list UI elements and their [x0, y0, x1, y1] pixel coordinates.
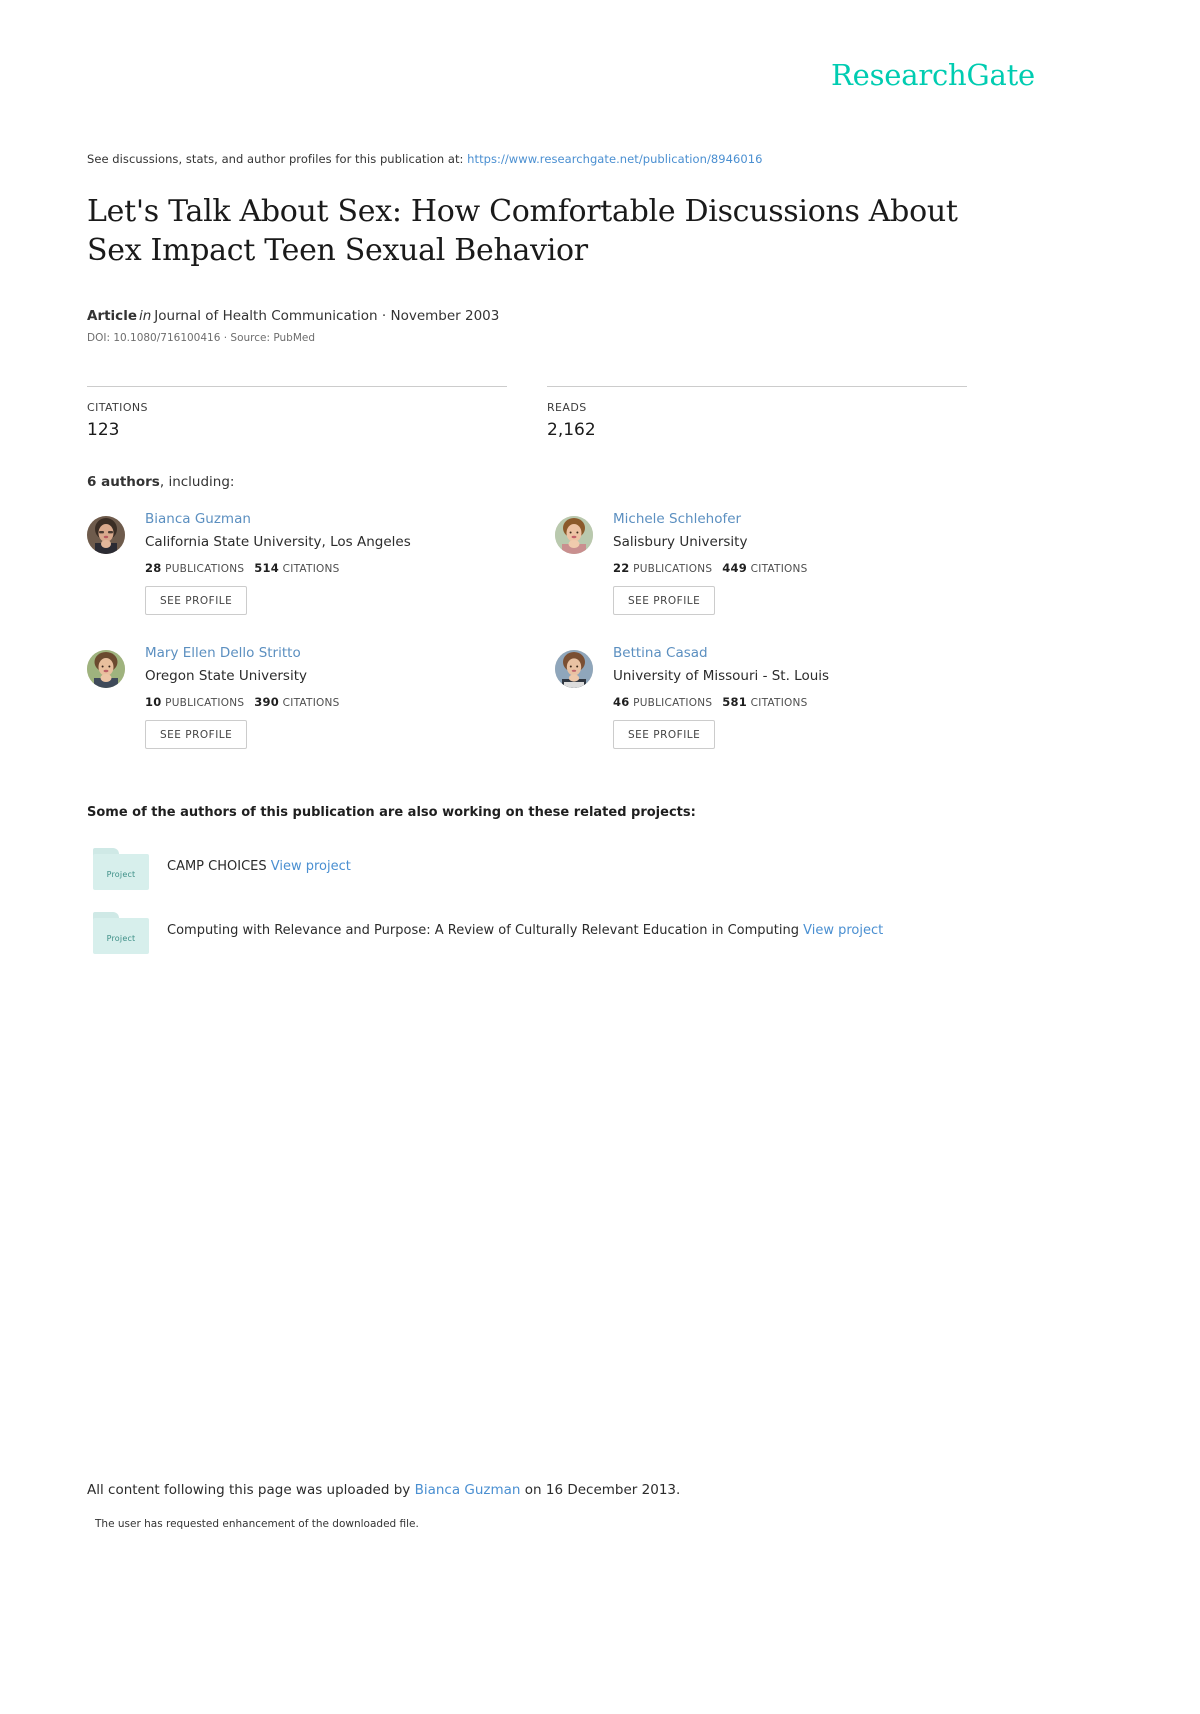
article-in-word: in — [138, 308, 152, 324]
see-profile-button[interactable]: SEE PROFILE — [145, 720, 248, 750]
article-meta: Article in Journal of Health Communication… — [87, 308, 499, 324]
project-row: Project CAMP CHOICES View project — [87, 848, 987, 890]
author-name-link[interactable]: Michele Schlehofer — [613, 510, 975, 528]
avatar — [555, 650, 593, 688]
author-body: Michele Schlehofer Salisbury University … — [613, 510, 975, 616]
publication-url-link[interactable]: https://www.researchgate.net/publication… — [467, 152, 762, 166]
author-publications-label: PUBLICATIONS — [165, 697, 245, 710]
author-card: Bianca Guzman California State Universit… — [87, 510, 507, 616]
author-publications-count: 28 — [145, 561, 162, 576]
author-publications-count: 46 — [613, 695, 630, 710]
researchgate-logo[interactable]: ResearchGate — [831, 58, 1035, 92]
article-journal: Journal of Health Communication · Novemb… — [154, 308, 500, 324]
reads-value: 2,162 — [547, 420, 596, 440]
author-citations-count: 449 — [722, 561, 748, 576]
citations-stat: CITATIONS 123 — [87, 386, 507, 440]
doi-line: DOI: 10.1080/716100416 · Source: PubMed — [87, 332, 316, 344]
avatar — [87, 650, 125, 688]
project-title: CAMP CHOICES — [167, 859, 267, 874]
authors-count: 6 authors — [87, 474, 160, 490]
see-profile-button[interactable]: SEE PROFILE — [613, 586, 716, 616]
project-row: Project Computing with Relevance and Pur… — [87, 912, 987, 954]
author-card: Bettina Casad University of Missouri - S… — [555, 644, 975, 750]
author-citations-count: 390 — [254, 695, 280, 710]
author-name-link[interactable]: Bettina Casad — [613, 644, 975, 662]
page-title: Let's Talk About Sex: How Comfortable Di… — [87, 194, 958, 268]
footer-uploader-link[interactable]: Bianca Guzman — [415, 1482, 521, 1498]
author-publications-count: 10 — [145, 695, 162, 710]
reads-stat: READS 2,162 — [547, 386, 967, 440]
footer-enhancement-note: The user has requested enhancement of th… — [95, 1518, 419, 1530]
project-text: CAMP CHOICES View project — [167, 848, 987, 874]
author-publications-label: PUBLICATIONS — [165, 563, 245, 576]
discussions-prefix: See discussions, stats, and author profi… — [87, 152, 464, 166]
author-stats: 22 PUBLICATIONS 449 CITATIONS — [613, 561, 975, 575]
author-citations-label: CITATIONS — [282, 697, 340, 710]
author-affiliation: Salisbury University — [613, 534, 748, 551]
avatar — [87, 516, 125, 554]
author-stats: 10 PUBLICATIONS 390 CITATIONS — [145, 695, 507, 709]
author-citations-count: 581 — [722, 695, 748, 710]
reads-label: READS — [547, 401, 587, 414]
footer-upload-line: All content following this page was uplo… — [87, 1482, 680, 1498]
author-stats: 46 PUBLICATIONS 581 CITATIONS — [613, 695, 975, 709]
see-profile-button[interactable]: SEE PROFILE — [145, 586, 248, 616]
author-affiliation: University of Missouri - St. Louis — [613, 668, 830, 685]
author-citations-count: 514 — [254, 561, 280, 576]
author-publications-label: PUBLICATIONS — [633, 563, 713, 576]
view-project-link[interactable]: View project — [271, 859, 351, 874]
citations-label: CITATIONS — [87, 401, 148, 414]
footer-uploaded-prefix: All content following this page was uplo… — [87, 1482, 411, 1498]
project-folder-icon: Project — [93, 912, 149, 954]
see-profile-button[interactable]: SEE PROFILE — [613, 720, 716, 750]
author-name-link[interactable]: Bianca Guzman — [145, 510, 507, 528]
projects-heading: Some of the authors of this publication … — [87, 805, 696, 820]
discussions-line: See discussions, stats, and author profi… — [87, 152, 762, 166]
project-title: Computing with Relevance and Purpose: A … — [167, 923, 799, 938]
author-publications-count: 22 — [613, 561, 630, 576]
researchgate-publication-page: ResearchGate See discussions, stats, and… — [0, 0, 1200, 1714]
author-citations-label: CITATIONS — [282, 563, 340, 576]
project-text: Computing with Relevance and Purpose: A … — [167, 912, 987, 938]
project-folder-label: Project — [106, 934, 136, 943]
author-affiliation: California State University, Los Angeles — [145, 534, 411, 551]
avatar — [555, 516, 593, 554]
author-stats: 28 PUBLICATIONS 514 CITATIONS — [145, 561, 507, 575]
reads-divider — [547, 386, 967, 387]
footer-uploaded-suffix: on 16 December 2013. — [524, 1482, 681, 1498]
authors-heading: 6 authors, including: — [87, 474, 234, 490]
project-folder-icon: Project — [93, 848, 149, 890]
author-card: Michele Schlehofer Salisbury University … — [555, 510, 975, 616]
view-project-link[interactable]: View project — [803, 923, 883, 938]
author-body: Mary Ellen Dello Stritto Oregon State Un… — [145, 644, 507, 750]
author-card: Mary Ellen Dello Stritto Oregon State Un… — [87, 644, 507, 750]
author-body: Bianca Guzman California State Universit… — [145, 510, 507, 616]
author-citations-label: CITATIONS — [750, 697, 808, 710]
citations-divider — [87, 386, 507, 387]
author-citations-label: CITATIONS — [750, 563, 808, 576]
researchgate-logo-text: ResearchGate — [831, 58, 1035, 92]
authors-including: , including: — [159, 474, 235, 490]
article-type-label: Article — [87, 308, 137, 324]
author-affiliation: Oregon State University — [145, 668, 307, 685]
citations-value: 123 — [87, 420, 120, 440]
author-name-link[interactable]: Mary Ellen Dello Stritto — [145, 644, 507, 662]
author-publications-label: PUBLICATIONS — [633, 697, 713, 710]
author-body: Bettina Casad University of Missouri - S… — [613, 644, 975, 750]
project-folder-label: Project — [106, 870, 136, 879]
